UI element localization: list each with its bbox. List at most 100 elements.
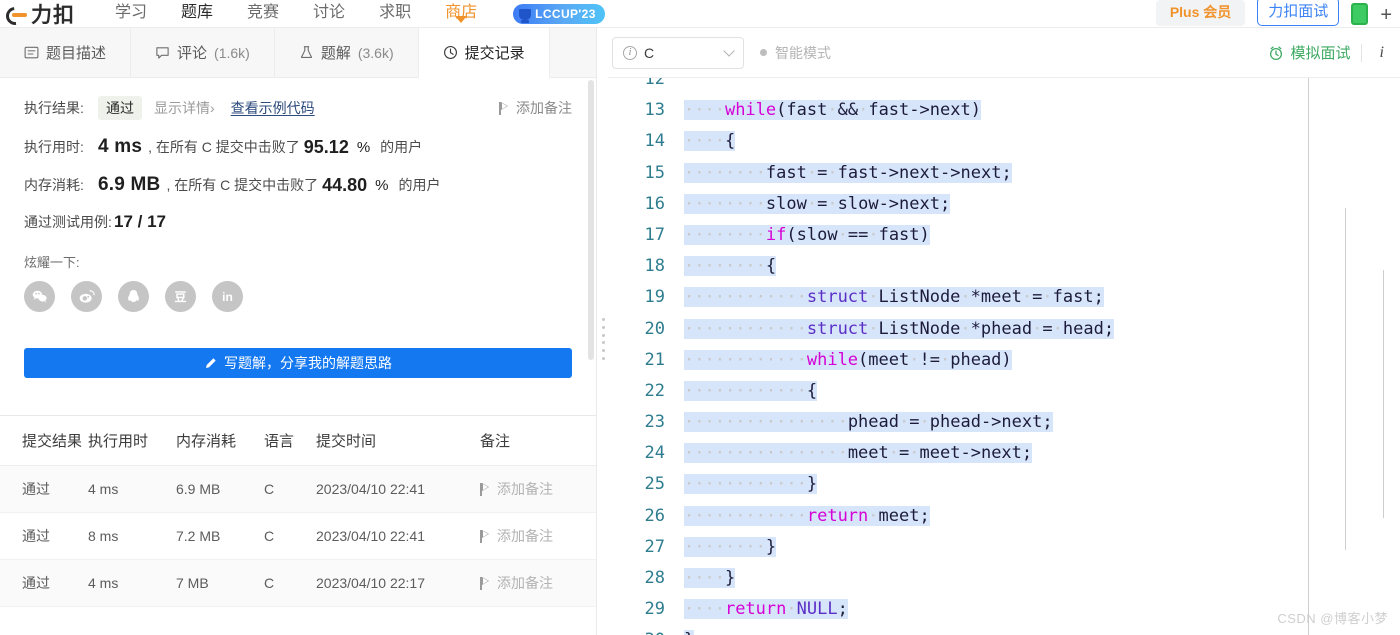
alarm-clock-icon <box>1268 45 1284 61</box>
table-row[interactable]: 通过 4 ms 7 MB C 2023/04/10 22:17 添加备注 <box>0 559 596 607</box>
qq-icon[interactable] <box>118 281 149 312</box>
lccup-badge[interactable]: LCCUP'23 <box>513 4 605 24</box>
table-row[interactable]: 通过 4 ms 6.9 MB C 2023/04/10 22:41 添加备注 <box>0 465 596 513</box>
code-line-text[interactable]: ····while(fast·&&·fast->next) <box>678 95 981 126</box>
code-line-text[interactable]: ················meet·=·meet->next; <box>678 438 1033 469</box>
memory-beats-text: , 在所有 C 提交中击败了 <box>166 177 319 193</box>
wechat-icon[interactable] <box>24 281 55 312</box>
nav-item-discuss[interactable]: 讨论 <box>313 1 345 27</box>
clock-icon <box>443 45 458 60</box>
mock-interview-button[interactable]: 模拟面试 <box>1268 42 1351 63</box>
tab-submissions-label: 提交记录 <box>464 45 525 62</box>
line-number: 25 <box>644 474 665 495</box>
add-note-button[interactable]: 添加备注 <box>499 98 572 118</box>
language-select[interactable]: i C <box>612 36 744 69</box>
row-verdict[interactable]: 通过 <box>0 512 88 560</box>
line-number: 28 <box>644 568 665 588</box>
left-panel: 题目描述 评论 (1.6k) 题解 (3.6k) 提交记录 执行结果: 通过 显… <box>0 28 597 635</box>
col-verdict: 提交结果 <box>0 416 88 466</box>
editor-toolbar: i C 智能模式 模拟面试 i <box>608 28 1400 78</box>
section-divider <box>0 408 596 416</box>
add-icon[interactable]: + <box>1380 5 1392 25</box>
smart-mode-toggle[interactable]: 智能模式 <box>760 43 831 63</box>
pencil-icon <box>204 357 217 370</box>
flask-icon <box>299 45 314 60</box>
info-icon[interactable]: i <box>1372 44 1392 62</box>
code-line-text[interactable]: ········{ <box>678 251 777 282</box>
description-icon <box>24 45 39 60</box>
leetcode-submission-page: 力扣 学习 题库 竞赛 讨论 求职 商店 LCCUP'23 Plus 会员 力扣… <box>0 0 1400 635</box>
code-line-text[interactable]: ········slow·=·slow->next; <box>678 189 951 220</box>
row-time: 2023/04/10 22:41 <box>316 465 476 513</box>
row-verdict[interactable]: 通过 <box>0 465 88 513</box>
row-note-cell[interactable]: 添加备注 <box>476 465 596 513</box>
plus-member-button[interactable]: Plus 会员 <box>1155 0 1246 26</box>
tab-comments[interactable]: 评论 (1.6k) <box>131 28 275 77</box>
linkedin-icon[interactable]: in <box>212 281 243 312</box>
code-line-text[interactable]: ····} <box>678 563 736 594</box>
panel-resize-handle[interactable] <box>600 318 607 360</box>
linkedin-glyph: in <box>222 289 233 304</box>
row-memory: 7 MB <box>176 559 264 607</box>
code-line-text[interactable]: ····return·NULL; <box>678 594 848 625</box>
left-panel-scrollbar[interactable] <box>588 80 594 620</box>
runtime-label: 执行用时: <box>24 139 84 155</box>
nav-item-jobs[interactable]: 求职 <box>379 1 411 27</box>
code-line-text[interactable]: ········fast·=·fast->next->next; <box>678 158 1012 189</box>
table-row[interactable]: 通过 8 ms 7.2 MB C 2023/04/10 22:41 添加备注 <box>0 512 596 560</box>
code-line: 27 ········} <box>608 532 1400 563</box>
tab-description[interactable]: 题目描述 <box>0 28 132 77</box>
line-number: 27 <box>644 536 665 557</box>
nav-item-store[interactable]: 商店 <box>445 1 477 27</box>
mobile-app-icon[interactable] <box>1351 3 1369 25</box>
language-value: C <box>644 44 655 61</box>
code-lines: 12 13 ····while(fast·&&·fast->next) 14 ····{… <box>608 78 1400 635</box>
row-runtime: 8 ms <box>88 512 176 560</box>
code-line: 18 ········{ <box>608 251 1400 282</box>
line-number: 21 <box>644 349 665 370</box>
code-line-text[interactable]: ····{ <box>678 126 736 157</box>
code-line-text[interactable]: ············while(meet·!=·phead) <box>678 345 1012 376</box>
code-editor-panel: i C 智能模式 模拟面试 i 12 13 ····while(fast·&&·… <box>608 28 1400 635</box>
memory-label: 内存消耗: <box>24 177 84 193</box>
code-line-text[interactable]: ············{ <box>678 376 818 407</box>
problem-tab-bar: 题目描述 评论 (1.6k) 题解 (3.6k) 提交记录 <box>0 28 596 78</box>
row-note-cell[interactable]: 添加备注 <box>476 512 596 560</box>
code-line: 28 ····} <box>608 563 1400 594</box>
row-verdict[interactable]: 通过 <box>0 559 88 607</box>
line-number: 20 <box>644 318 665 339</box>
top-navigation-bar: 力扣 学习 题库 竞赛 讨论 求职 商店 LCCUP'23 Plus 会员 力扣… <box>0 0 1400 28</box>
show-detail-link[interactable]: 显示详情› <box>154 98 215 118</box>
info-icon: i <box>623 45 637 60</box>
code-line: 25 ············} <box>608 469 1400 500</box>
scrollbar-thumb[interactable] <box>588 80 594 360</box>
code-line-text[interactable]: ············return·meet; <box>678 501 930 532</box>
tab-solutions[interactable]: 题解 (3.6k) <box>275 28 419 77</box>
code-line-text[interactable]: ············struct·ListNode·*meet·=·fast… <box>678 282 1104 313</box>
nav-item-contest[interactable]: 竞赛 <box>247 1 279 27</box>
code-line-text[interactable]: ················phead·=·phead->next; <box>678 407 1053 438</box>
leetcode-logo[interactable]: 力扣 <box>2 0 75 27</box>
code-line-text[interactable]: ············struct·ListNode·*phead·=·hea… <box>678 314 1115 345</box>
write-solution-button[interactable]: 写题解，分享我的解题思路 <box>24 348 572 378</box>
code-area[interactable]: 12 13 ····while(fast·&&·fast->next) 14 ····{… <box>608 78 1400 635</box>
row-note-cell[interactable]: 添加备注 <box>476 559 596 607</box>
leetcode-interview-button[interactable]: 力扣面试 <box>1257 0 1340 26</box>
tab-solutions-count: (3.6k) <box>357 44 394 61</box>
douban-icon[interactable]: 豆 <box>165 281 196 312</box>
runtime-percentile: 95.12 <box>303 136 349 157</box>
col-language: 语言 <box>264 416 316 466</box>
code-line-text[interactable]: ········if(slow·==·fast) <box>678 220 930 251</box>
nav-item-problems[interactable]: 题库 <box>181 1 213 27</box>
code-line-text[interactable]: } <box>678 625 695 635</box>
code-line-text[interactable]: ············} <box>678 469 818 500</box>
nav-item-study[interactable]: 学习 <box>115 1 147 27</box>
code-line-text[interactable]: ········} <box>678 532 777 563</box>
weibo-icon[interactable] <box>71 281 102 312</box>
tab-submissions[interactable]: 提交记录 <box>418 28 550 78</box>
code-line: 13 ····while(fast·&&·fast->next) <box>608 95 1400 126</box>
row-time: 2023/04/10 22:41 <box>316 512 476 560</box>
code-line: 20 ············struct·ListNode·*phead·=·h… <box>608 314 1400 345</box>
view-sample-code-link[interactable]: 查看示例代码 <box>231 98 315 118</box>
flag-icon <box>499 101 510 115</box>
